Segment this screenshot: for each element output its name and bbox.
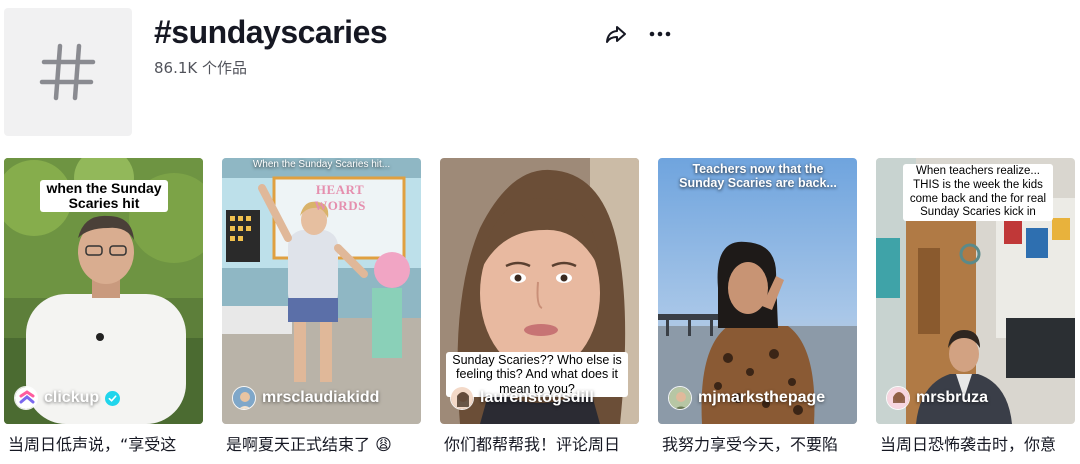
avatar: [668, 386, 692, 410]
hashtag-header: #sundayscaries 86.1K 个作品: [4, 8, 1080, 138]
post-count: 86.1K 个作品: [154, 59, 248, 77]
video-description[interactable]: 是啊夏天正式结束了 😩: [226, 431, 422, 455]
video-card[interactable]: When teachers realize... THIS is the wee…: [876, 158, 1075, 458]
video-author[interactable]: clickup: [14, 386, 121, 410]
video-thumbnail[interactable]: HEART WORDS When the Sunday Scaries hit.…: [222, 158, 421, 424]
author-name: mrsbruza: [916, 389, 989, 406]
classroom-sign-text: HEART WORDS: [314, 182, 366, 213]
verified-badge-icon: [105, 390, 121, 406]
video-overlay-text: When the Sunday Scaries hit...: [252, 159, 391, 170]
video-thumbnail-image: [658, 158, 857, 424]
avatar: [232, 386, 256, 410]
video-overlay-text: when the Sunday Scaries hit: [40, 180, 168, 213]
video-card[interactable]: when the Sunday Scaries hit clickup 当周日低…: [4, 158, 203, 458]
hashtag-title: #sundayscaries: [154, 14, 388, 50]
avatar: [450, 386, 474, 410]
author-name: mrsclaudiakidd: [262, 389, 380, 406]
video-description[interactable]: 当周日恐怖袭击时，你意: [880, 431, 1076, 455]
avatar: [886, 386, 910, 410]
video-author[interactable]: mrsclaudiakidd: [232, 386, 379, 410]
avatar: [14, 386, 38, 410]
share-arrow-icon: [606, 26, 626, 43]
video-overlay-text: Teachers now that the Sunday Scaries are…: [679, 162, 837, 190]
more-dots-icon: [649, 31, 671, 37]
video-thumbnail[interactable]: Sunday Scaries?? Who else is feeling thi…: [440, 158, 639, 424]
video-overlay-text: When teachers realize... THIS is the wee…: [903, 164, 1053, 222]
video-description[interactable]: 当周日低声说，“享受这: [8, 431, 204, 455]
hashtag-icon: [39, 43, 96, 101]
author-name: clickup: [44, 389, 100, 406]
video-author[interactable]: laurenstogsdill: [450, 386, 594, 410]
video-thumbnail[interactable]: Teachers now that the Sunday Scaries are…: [658, 158, 857, 424]
video-author[interactable]: mrsbruza: [886, 386, 988, 410]
video-description[interactable]: 我努力享受今天，不要陷: [662, 431, 858, 455]
share-button[interactable]: [602, 20, 630, 48]
author-name: laurenstogsdill: [480, 389, 594, 406]
video-description[interactable]: 你们都帮帮我！评论周日: [444, 431, 640, 455]
video-card[interactable]: HEART WORDS When the Sunday Scaries hit.…: [222, 158, 421, 458]
video-thumbnail[interactable]: When teachers realize... THIS is the wee…: [876, 158, 1075, 424]
more-options-button[interactable]: [646, 20, 674, 48]
video-thumbnail[interactable]: when the Sunday Scaries hit clickup: [4, 158, 203, 424]
video-grid: when the Sunday Scaries hit clickup 当周日低…: [4, 158, 1078, 464]
author-name: mjmarksthepage: [698, 389, 826, 406]
video-card[interactable]: Sunday Scaries?? Who else is feeling thi…: [440, 158, 639, 458]
video-author[interactable]: mjmarksthepage: [668, 386, 825, 410]
hashtag-tile: [4, 8, 132, 136]
video-card[interactable]: Teachers now that the Sunday Scaries are…: [658, 158, 857, 458]
